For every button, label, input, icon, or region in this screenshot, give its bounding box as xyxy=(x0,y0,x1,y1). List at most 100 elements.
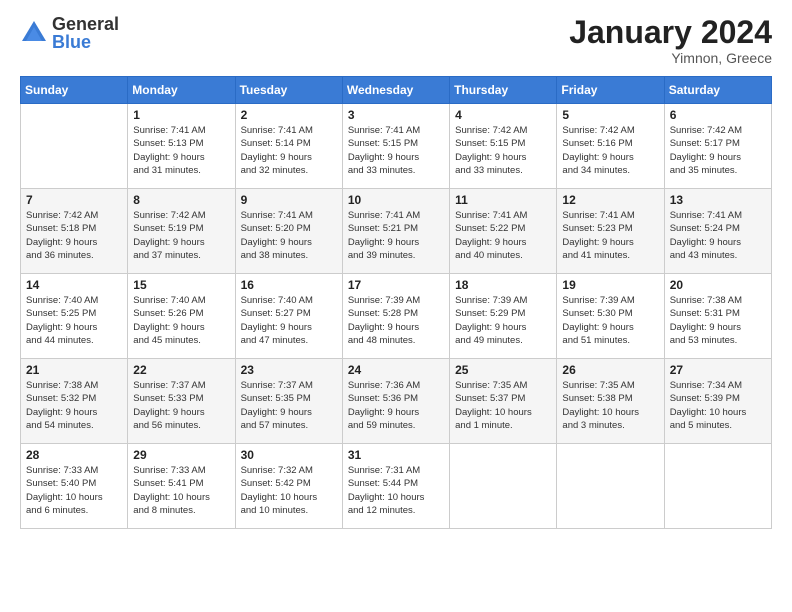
day-number: 8 xyxy=(133,193,229,207)
day-info: Sunrise: 7:42 AM Sunset: 5:15 PM Dayligh… xyxy=(455,124,551,177)
day-number: 14 xyxy=(26,278,122,292)
day-info: Sunrise: 7:37 AM Sunset: 5:33 PM Dayligh… xyxy=(133,379,229,432)
calendar-cell: 6 Sunrise: 7:42 AM Sunset: 5:17 PM Daylig… xyxy=(664,104,771,189)
logo-general-text: General xyxy=(52,15,119,33)
day-info: Sunrise: 7:31 AM Sunset: 5:44 PM Dayligh… xyxy=(348,464,444,517)
col-sunday: Sunday xyxy=(21,77,128,104)
day-number: 7 xyxy=(26,193,122,207)
calendar-week-4: 21 Sunrise: 7:38 AM Sunset: 5:32 PM Dayli… xyxy=(21,359,772,444)
day-number: 15 xyxy=(133,278,229,292)
header-row: Sunday Monday Tuesday Wednesday Thursday… xyxy=(21,77,772,104)
day-info: Sunrise: 7:41 AM Sunset: 5:23 PM Dayligh… xyxy=(562,209,658,262)
calendar-cell: 31 Sunrise: 7:31 AM Sunset: 5:44 PM Dayli… xyxy=(342,444,449,529)
calendar-table: Sunday Monday Tuesday Wednesday Thursday… xyxy=(20,76,772,529)
calendar-week-5: 28Sunrise: 7:33 AM Sunset: 5:40 PM Dayli… xyxy=(21,444,772,529)
calendar-cell: 26Sunrise: 7:35 AM Sunset: 5:38 PM Dayli… xyxy=(557,359,664,444)
calendar-cell: 21 Sunrise: 7:38 AM Sunset: 5:32 PM Dayli… xyxy=(21,359,128,444)
day-number: 11 xyxy=(455,193,551,207)
col-saturday: Saturday xyxy=(664,77,771,104)
day-number: 20 xyxy=(670,278,766,292)
day-number: 23 xyxy=(241,363,337,377)
logo-icon xyxy=(20,19,48,47)
calendar-cell: 5 Sunrise: 7:42 AM Sunset: 5:16 PM Daylig… xyxy=(557,104,664,189)
day-info: Sunrise: 7:41 AM Sunset: 5:13 PM Dayligh… xyxy=(133,124,229,177)
calendar-cell: 10Sunrise: 7:41 AM Sunset: 5:21 PM Dayli… xyxy=(342,189,449,274)
calendar-cell: 9Sunrise: 7:41 AM Sunset: 5:20 PM Daylig… xyxy=(235,189,342,274)
calendar-week-3: 14Sunrise: 7:40 AM Sunset: 5:25 PM Dayli… xyxy=(21,274,772,359)
col-wednesday: Wednesday xyxy=(342,77,449,104)
calendar-cell: 16Sunrise: 7:40 AM Sunset: 5:27 PM Dayli… xyxy=(235,274,342,359)
day-info: Sunrise: 7:42 AM Sunset: 5:18 PM Dayligh… xyxy=(26,209,122,262)
calendar-week-1: 1 Sunrise: 7:41 AM Sunset: 5:13 PM Daylig… xyxy=(21,104,772,189)
calendar-cell: 4Sunrise: 7:42 AM Sunset: 5:15 PM Daylig… xyxy=(450,104,557,189)
day-number: 12 xyxy=(562,193,658,207)
calendar-cell: 24 Sunrise: 7:36 AM Sunset: 5:36 PM Dayli… xyxy=(342,359,449,444)
calendar-cell: 12 Sunrise: 7:41 AM Sunset: 5:23 PM Dayli… xyxy=(557,189,664,274)
day-number: 29 xyxy=(133,448,229,462)
day-number: 19 xyxy=(562,278,658,292)
calendar-cell: 19Sunrise: 7:39 AM Sunset: 5:30 PM Dayli… xyxy=(557,274,664,359)
day-number: 9 xyxy=(241,193,337,207)
calendar-week-2: 7 Sunrise: 7:42 AM Sunset: 5:18 PM Daylig… xyxy=(21,189,772,274)
day-info: Sunrise: 7:38 AM Sunset: 5:31 PM Dayligh… xyxy=(670,294,766,347)
col-thursday: Thursday xyxy=(450,77,557,104)
day-info: Sunrise: 7:34 AM Sunset: 5:39 PM Dayligh… xyxy=(670,379,766,432)
day-info: Sunrise: 7:41 AM Sunset: 5:22 PM Dayligh… xyxy=(455,209,551,262)
calendar-cell: 25 Sunrise: 7:35 AM Sunset: 5:37 PM Dayli… xyxy=(450,359,557,444)
calendar-cell: 8 Sunrise: 7:42 AM Sunset: 5:19 PM Daylig… xyxy=(128,189,235,274)
day-info: Sunrise: 7:40 AM Sunset: 5:27 PM Dayligh… xyxy=(241,294,337,347)
day-number: 22 xyxy=(133,363,229,377)
day-number: 17 xyxy=(348,278,444,292)
day-info: Sunrise: 7:39 AM Sunset: 5:29 PM Dayligh… xyxy=(455,294,551,347)
day-number: 5 xyxy=(562,108,658,122)
day-number: 25 xyxy=(455,363,551,377)
calendar-cell: 11 Sunrise: 7:41 AM Sunset: 5:22 PM Dayli… xyxy=(450,189,557,274)
month-title: January 2024 xyxy=(569,15,772,50)
day-info: Sunrise: 7:42 AM Sunset: 5:19 PM Dayligh… xyxy=(133,209,229,262)
day-info: Sunrise: 7:40 AM Sunset: 5:26 PM Dayligh… xyxy=(133,294,229,347)
logo-blue-text: Blue xyxy=(52,33,119,51)
col-friday: Friday xyxy=(557,77,664,104)
day-info: Sunrise: 7:42 AM Sunset: 5:17 PM Dayligh… xyxy=(670,124,766,177)
calendar-cell: 22 Sunrise: 7:37 AM Sunset: 5:33 PM Dayli… xyxy=(128,359,235,444)
day-number: 21 xyxy=(26,363,122,377)
calendar-cell: 20 Sunrise: 7:38 AM Sunset: 5:31 PM Dayli… xyxy=(664,274,771,359)
calendar-cell: 27 Sunrise: 7:34 AM Sunset: 5:39 PM Dayli… xyxy=(664,359,771,444)
day-number: 31 xyxy=(348,448,444,462)
calendar-cell: 28Sunrise: 7:33 AM Sunset: 5:40 PM Dayli… xyxy=(21,444,128,529)
day-number: 3 xyxy=(348,108,444,122)
day-number: 30 xyxy=(241,448,337,462)
calendar-header: Sunday Monday Tuesday Wednesday Thursday… xyxy=(21,77,772,104)
calendar-cell xyxy=(21,104,128,189)
day-info: Sunrise: 7:33 AM Sunset: 5:41 PM Dayligh… xyxy=(133,464,229,517)
day-info: Sunrise: 7:35 AM Sunset: 5:37 PM Dayligh… xyxy=(455,379,551,432)
day-number: 27 xyxy=(670,363,766,377)
col-monday: Monday xyxy=(128,77,235,104)
day-info: Sunrise: 7:42 AM Sunset: 5:16 PM Dayligh… xyxy=(562,124,658,177)
col-tuesday: Tuesday xyxy=(235,77,342,104)
header: General Blue January 2024 Yimnon, Greece xyxy=(20,15,772,66)
day-number: 24 xyxy=(348,363,444,377)
calendar-body: 1 Sunrise: 7:41 AM Sunset: 5:13 PM Daylig… xyxy=(21,104,772,529)
day-info: Sunrise: 7:41 AM Sunset: 5:14 PM Dayligh… xyxy=(241,124,337,177)
calendar-cell: 30Sunrise: 7:32 AM Sunset: 5:42 PM Dayli… xyxy=(235,444,342,529)
day-number: 10 xyxy=(348,193,444,207)
day-number: 6 xyxy=(670,108,766,122)
logo: General Blue xyxy=(20,15,119,51)
calendar-cell xyxy=(450,444,557,529)
calendar-cell: 14Sunrise: 7:40 AM Sunset: 5:25 PM Dayli… xyxy=(21,274,128,359)
calendar-cell xyxy=(664,444,771,529)
day-number: 26 xyxy=(562,363,658,377)
calendar-cell: 2Sunrise: 7:41 AM Sunset: 5:14 PM Daylig… xyxy=(235,104,342,189)
location: Yimnon, Greece xyxy=(569,50,772,66)
day-info: Sunrise: 7:33 AM Sunset: 5:40 PM Dayligh… xyxy=(26,464,122,517)
calendar-cell: 18 Sunrise: 7:39 AM Sunset: 5:29 PM Dayli… xyxy=(450,274,557,359)
day-number: 1 xyxy=(133,108,229,122)
calendar-cell xyxy=(557,444,664,529)
day-info: Sunrise: 7:36 AM Sunset: 5:36 PM Dayligh… xyxy=(348,379,444,432)
day-info: Sunrise: 7:41 AM Sunset: 5:15 PM Dayligh… xyxy=(348,124,444,177)
logo-text: General Blue xyxy=(52,15,119,51)
day-number: 18 xyxy=(455,278,551,292)
day-info: Sunrise: 7:38 AM Sunset: 5:32 PM Dayligh… xyxy=(26,379,122,432)
calendar-cell: 29 Sunrise: 7:33 AM Sunset: 5:41 PM Dayli… xyxy=(128,444,235,529)
